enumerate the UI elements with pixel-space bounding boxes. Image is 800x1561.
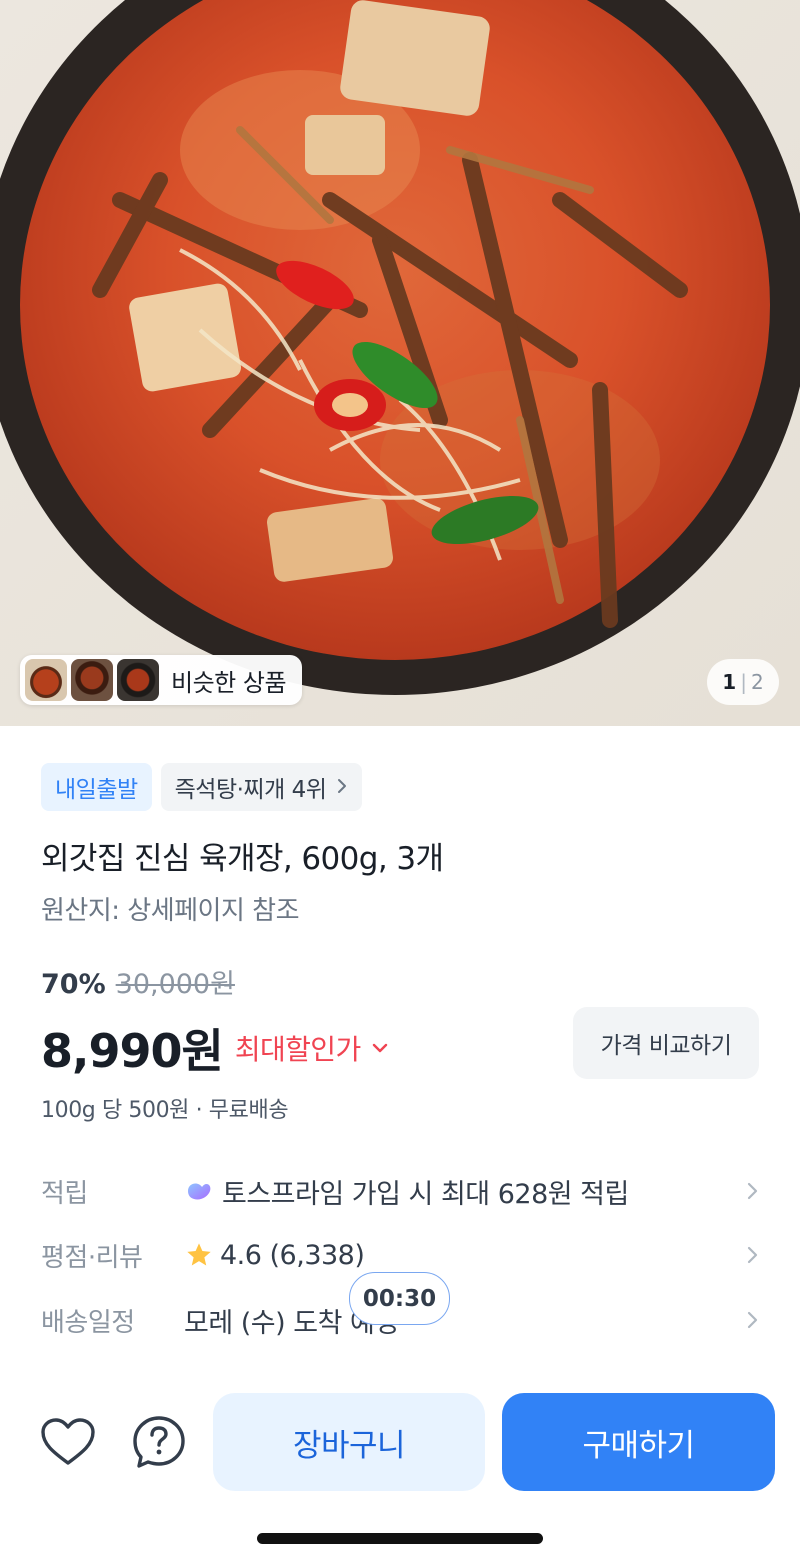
pager-current: 1 [722,670,737,694]
points-label: 적립 [41,1178,88,1209]
chevron-right-icon [735,1181,759,1201]
chevron-down-icon [372,1043,387,1053]
chevron-right-icon [735,1245,759,1265]
points-value-wrap: 토스프라임 가입 시 최대 628원 적립 [184,1172,735,1211]
inquiry-button[interactable] [129,1413,189,1471]
similar-products-label: 비슷한 상품 [171,668,287,697]
product-origin: 원산지: 상세페이지 참조 [41,896,300,926]
similar-product-thumbnail [71,659,113,701]
home-indicator [257,1533,543,1544]
rating-value: 4.6 (6,338) [220,1239,365,1271]
product-title: 외갓집 진심 육개장, 600g, 3개 [41,841,444,877]
rating-label: 평점·리뷰 [41,1242,143,1273]
unit-price-shipping: 100g 당 500원 · 무료배송 [41,1098,289,1123]
sale-price: 8,990원 [41,1024,224,1078]
points-value: 토스프라임 가입 시 최대 628원 적립 [222,1178,629,1210]
similar-products-button[interactable]: 비슷한 상품 [20,655,302,705]
chevron-right-icon [735,1310,759,1330]
chevron-right-icon [336,775,348,799]
category-rank-link[interactable]: 즉석탕·찌개 4위 [160,763,363,811]
buy-now-button[interactable]: 구매하기 [502,1393,775,1491]
max-discount-toggle[interactable]: 최대할인가 [235,1028,389,1068]
original-price: 30,000원 [115,969,235,1000]
add-to-cart-button[interactable]: 장바구니 [213,1393,485,1491]
pager-total: 2 [750,670,764,694]
points-row[interactable]: 적립 토스프라임 가입 시 최대 628원 적립 [41,1166,759,1216]
toss-prime-icon [188,1183,211,1200]
category-rank-label: 즉석탕·찌개 4위 [174,777,327,803]
max-discount-label: 최대할인가 [234,1033,361,1066]
wishlist-button[interactable] [37,1413,99,1471]
rating-value-wrap: 4.6 (6,338) [184,1240,735,1271]
timer-badge: 00:30 [349,1272,450,1325]
food-photo [0,0,800,695]
heart-icon [41,1418,95,1465]
question-icon [133,1416,185,1468]
price-compare-button[interactable]: 가격 비교하기 [573,1007,759,1079]
delivery-badge: 내일출발 [41,763,152,811]
shipping-label: 배송일정 [41,1307,135,1338]
pager-separator: | [740,670,747,694]
similar-product-thumbnail [117,659,159,701]
similar-product-thumbnail [25,659,67,701]
product-image[interactable]: 비슷한 상품 1 | 2 [0,0,800,726]
product-tags: 내일출발 즉석탕·찌개 4위 [41,763,363,811]
image-pager: 1 | 2 [707,659,779,705]
discount-rate: 70% [41,969,106,1000]
shipping-value: 모레 (수) 도착 예정 [184,1307,399,1339]
price-row: 8,990원 최대할인가 [41,1015,389,1081]
discount-row: 70% 30,000원 [41,962,235,1001]
star-icon [187,1243,211,1266]
